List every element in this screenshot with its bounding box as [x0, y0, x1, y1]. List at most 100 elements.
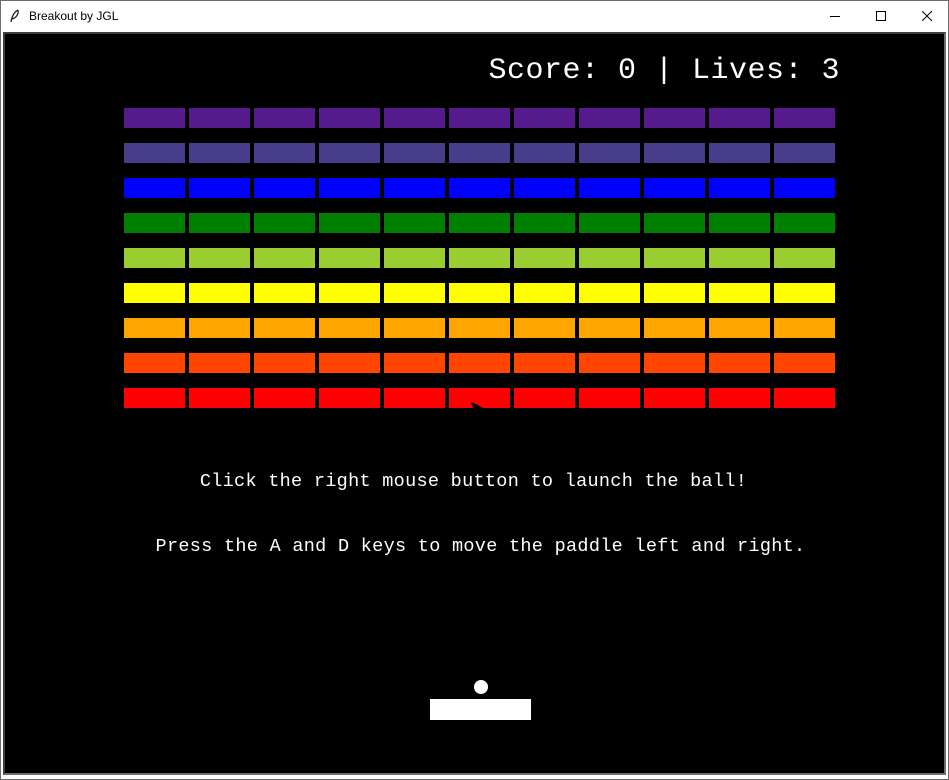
- brick: [124, 248, 185, 268]
- brick: [124, 353, 185, 373]
- brick: [514, 353, 575, 373]
- brick: [709, 108, 770, 128]
- brick: [774, 248, 835, 268]
- brick: [319, 108, 380, 128]
- brick: [774, 178, 835, 198]
- brick: [774, 318, 835, 338]
- brick: [514, 178, 575, 198]
- brick: [579, 388, 640, 408]
- brick: [254, 108, 315, 128]
- brick: [774, 283, 835, 303]
- brick: [449, 143, 510, 163]
- close-icon: [922, 10, 932, 21]
- brick: [319, 318, 380, 338]
- window-title: Breakout by JGL: [29, 8, 119, 23]
- brick: [319, 283, 380, 303]
- brick: [384, 388, 445, 408]
- brick: [254, 213, 315, 233]
- ball: [474, 680, 488, 694]
- brick: [449, 248, 510, 268]
- brick: [774, 213, 835, 233]
- brick: [449, 318, 510, 338]
- brick: [319, 213, 380, 233]
- brick: [189, 178, 250, 198]
- brick: [189, 143, 250, 163]
- brick: [579, 283, 640, 303]
- brick: [709, 143, 770, 163]
- brick: [709, 388, 770, 408]
- brick: [254, 178, 315, 198]
- brick: [124, 318, 185, 338]
- brick: [189, 283, 250, 303]
- brick: [644, 353, 705, 373]
- brick: [644, 318, 705, 338]
- brick: [709, 353, 770, 373]
- brick: [449, 213, 510, 233]
- brick: [579, 143, 640, 163]
- brick: [644, 283, 705, 303]
- brick: [709, 213, 770, 233]
- brick: [319, 353, 380, 373]
- brick: [254, 388, 315, 408]
- maximize-button[interactable]: [858, 1, 904, 30]
- brick: [189, 108, 250, 128]
- brick: [644, 248, 705, 268]
- brick: [449, 108, 510, 128]
- maximize-icon: [876, 10, 886, 21]
- brick: [514, 213, 575, 233]
- brick: [254, 143, 315, 163]
- brick: [514, 108, 575, 128]
- brick: [384, 213, 445, 233]
- brick: [384, 248, 445, 268]
- brick: [124, 213, 185, 233]
- brick: [254, 353, 315, 373]
- brick: [254, 248, 315, 268]
- brick: [644, 388, 705, 408]
- brick: [384, 143, 445, 163]
- brick: [384, 108, 445, 128]
- brick: [189, 248, 250, 268]
- title-bar[interactable]: Breakout by JGL: [1, 1, 948, 30]
- brick: [384, 318, 445, 338]
- brick: [514, 143, 575, 163]
- feather-icon: [7, 8, 23, 24]
- brick: [384, 283, 445, 303]
- minimize-button[interactable]: [812, 1, 858, 30]
- brick: [579, 318, 640, 338]
- brick: [449, 353, 510, 373]
- brick: [579, 178, 640, 198]
- brick: [709, 283, 770, 303]
- brick: [254, 283, 315, 303]
- brick: [384, 178, 445, 198]
- brick: [514, 248, 575, 268]
- brick: [774, 108, 835, 128]
- brick: [709, 178, 770, 198]
- brick: [254, 318, 315, 338]
- brick: [644, 108, 705, 128]
- brick: [189, 213, 250, 233]
- brick: [124, 143, 185, 163]
- brick: [189, 318, 250, 338]
- brick: [319, 143, 380, 163]
- brick: [319, 388, 380, 408]
- brick: [514, 388, 575, 408]
- brick: [579, 353, 640, 373]
- brick: [644, 178, 705, 198]
- close-button[interactable]: [904, 1, 949, 30]
- brick: [709, 318, 770, 338]
- brick: [124, 388, 185, 408]
- brick: [189, 388, 250, 408]
- brick: [124, 178, 185, 198]
- brick: [774, 353, 835, 373]
- brick: [774, 143, 835, 163]
- brick: [644, 143, 705, 163]
- paddle[interactable]: [430, 699, 531, 720]
- brick: [514, 318, 575, 338]
- brick: [709, 248, 770, 268]
- brick: [449, 178, 510, 198]
- game-canvas[interactable]: Score: 0 | Lives: 3 Click the right mous…: [3, 32, 946, 775]
- brick: [579, 213, 640, 233]
- brick: [644, 213, 705, 233]
- mouse-cursor-icon: [471, 402, 484, 412]
- brick: [514, 283, 575, 303]
